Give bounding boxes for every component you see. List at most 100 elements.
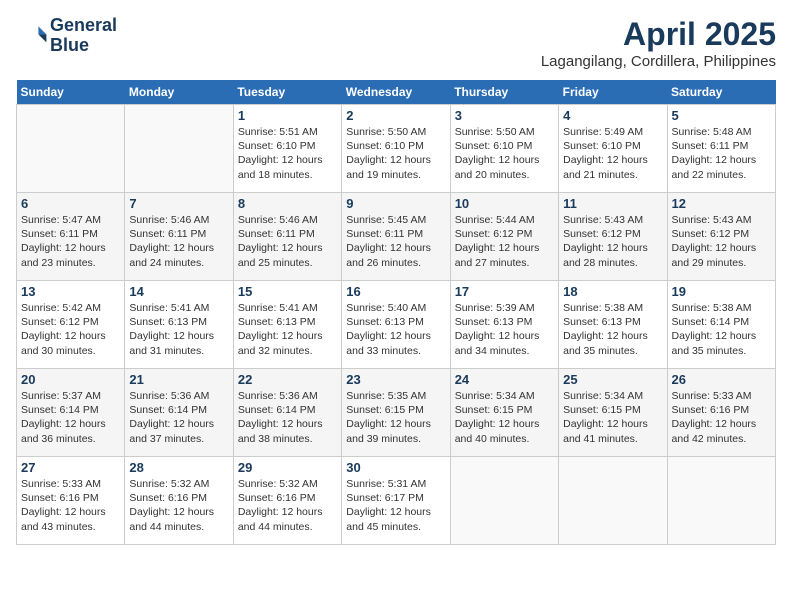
calendar-cell: 4 Sunrise: 5:49 AM Sunset: 6:10 PM Daylig…	[559, 105, 667, 193]
calendar-cell	[559, 457, 667, 545]
calendar-cell: 28 Sunrise: 5:32 AM Sunset: 6:16 PM Dayli…	[125, 457, 233, 545]
day-info: Sunrise: 5:38 AM Sunset: 6:14 PM Dayligh…	[672, 301, 771, 358]
calendar-cell: 27Sunrise: 5:33 AM Sunset: 6:16 PM Dayli…	[17, 457, 125, 545]
day-info: Sunrise: 5:49 AM Sunset: 6:10 PM Dayligh…	[563, 125, 662, 182]
month-year: April 2025	[541, 16, 776, 53]
calendar-cell: 21 Sunrise: 5:36 AM Sunset: 6:14 PM Dayli…	[125, 369, 233, 457]
day-number: 16	[346, 284, 445, 299]
calendar-cell: 29Sunrise: 5:32 AM Sunset: 6:16 PM Dayli…	[233, 457, 341, 545]
day-info: Sunrise: 5:45 AM Sunset: 6:11 PM Dayligh…	[346, 213, 445, 270]
calendar-cell: 8 Sunrise: 5:46 AM Sunset: 6:11 PM Daylig…	[233, 193, 341, 281]
calendar-cell	[667, 457, 775, 545]
calendar-cell: 12 Sunrise: 5:43 AM Sunset: 6:12 PM Dayli…	[667, 193, 775, 281]
day-info: Sunrise: 5:43 AM Sunset: 6:12 PM Dayligh…	[672, 213, 771, 270]
day-number: 21	[129, 372, 228, 387]
weekday-sunday: Sunday	[17, 80, 125, 105]
calendar-body: 1Sunrise: 5:51 AM Sunset: 6:10 PM Daylig…	[17, 105, 776, 545]
day-number: 13	[21, 284, 120, 299]
day-number: 10	[455, 196, 554, 211]
weekday-friday: Friday	[559, 80, 667, 105]
day-number: 22	[238, 372, 337, 387]
day-info: Sunrise: 5:34 AM Sunset: 6:15 PM Dayligh…	[455, 389, 554, 446]
day-number: 11	[563, 196, 662, 211]
title-block: April 2025 Lagangilang, Cordillera, Phil…	[541, 16, 776, 70]
day-info: Sunrise: 5:51 AM Sunset: 6:10 PM Dayligh…	[238, 125, 337, 182]
day-number: 8	[238, 196, 337, 211]
logo-icon	[16, 20, 48, 52]
day-info: Sunrise: 5:46 AM Sunset: 6:11 PM Dayligh…	[129, 213, 228, 270]
calendar-cell: 24 Sunrise: 5:34 AM Sunset: 6:15 PM Dayli…	[450, 369, 558, 457]
calendar-week-1: 1Sunrise: 5:51 AM Sunset: 6:10 PM Daylig…	[17, 105, 776, 193]
day-info: Sunrise: 5:40 AM Sunset: 6:13 PM Dayligh…	[346, 301, 445, 358]
day-info: Sunrise: 5:37 AM Sunset: 6:14 PM Dayligh…	[21, 389, 120, 446]
day-info: Sunrise: 5:44 AM Sunset: 6:12 PM Dayligh…	[455, 213, 554, 270]
day-number: 4	[563, 108, 662, 123]
day-info: Sunrise: 5:50 AM Sunset: 6:10 PM Dayligh…	[346, 125, 445, 182]
day-info: Sunrise: 5:47 AM Sunset: 6:11 PM Dayligh…	[21, 213, 120, 270]
weekday-saturday: Saturday	[667, 80, 775, 105]
day-info: Sunrise: 5:42 AM Sunset: 6:12 PM Dayligh…	[21, 301, 120, 358]
page-header: General Blue April 2025 Lagangilang, Cor…	[16, 16, 776, 70]
day-number: 26	[672, 372, 771, 387]
day-number: 9	[346, 196, 445, 211]
calendar-cell: 23Sunrise: 5:35 AM Sunset: 6:15 PM Dayli…	[342, 369, 450, 457]
day-info: Sunrise: 5:41 AM Sunset: 6:13 PM Dayligh…	[238, 301, 337, 358]
calendar-week-4: 20 Sunrise: 5:37 AM Sunset: 6:14 PM Dayli…	[17, 369, 776, 457]
day-info: Sunrise: 5:41 AM Sunset: 6:13 PM Dayligh…	[129, 301, 228, 358]
day-number: 2	[346, 108, 445, 123]
calendar-cell: 14 Sunrise: 5:41 AM Sunset: 6:13 PM Dayli…	[125, 281, 233, 369]
day-info: Sunrise: 5:34 AM Sunset: 6:15 PM Dayligh…	[563, 389, 662, 446]
calendar-cell: 25 Sunrise: 5:34 AM Sunset: 6:15 PM Dayli…	[559, 369, 667, 457]
calendar-cell: 30Sunrise: 5:31 AM Sunset: 6:17 PM Dayli…	[342, 457, 450, 545]
calendar-cell: 17 Sunrise: 5:39 AM Sunset: 6:13 PM Dayli…	[450, 281, 558, 369]
location: Lagangilang, Cordillera, Philippines	[541, 53, 776, 70]
calendar-cell: 5Sunrise: 5:48 AM Sunset: 6:11 PM Daylig…	[667, 105, 775, 193]
day-number: 5	[672, 108, 771, 123]
day-info: Sunrise: 5:39 AM Sunset: 6:13 PM Dayligh…	[455, 301, 554, 358]
calendar-cell: 9 Sunrise: 5:45 AM Sunset: 6:11 PM Daylig…	[342, 193, 450, 281]
calendar-cell: 1Sunrise: 5:51 AM Sunset: 6:10 PM Daylig…	[233, 105, 341, 193]
day-number: 19	[672, 284, 771, 299]
day-number: 3	[455, 108, 554, 123]
calendar-cell: 7 Sunrise: 5:46 AM Sunset: 6:11 PM Daylig…	[125, 193, 233, 281]
day-number: 18	[563, 284, 662, 299]
day-info: Sunrise: 5:33 AM Sunset: 6:16 PM Dayligh…	[672, 389, 771, 446]
day-number: 15	[238, 284, 337, 299]
day-number: 12	[672, 196, 771, 211]
calendar-cell: 26 Sunrise: 5:33 AM Sunset: 6:16 PM Dayli…	[667, 369, 775, 457]
day-info: Sunrise: 5:36 AM Sunset: 6:14 PM Dayligh…	[238, 389, 337, 446]
calendar-week-2: 6 Sunrise: 5:47 AM Sunset: 6:11 PM Daylig…	[17, 193, 776, 281]
day-number: 28	[129, 460, 228, 475]
calendar-cell: 2 Sunrise: 5:50 AM Sunset: 6:10 PM Daylig…	[342, 105, 450, 193]
day-number: 17	[455, 284, 554, 299]
day-number: 27	[21, 460, 120, 475]
day-info: Sunrise: 5:46 AM Sunset: 6:11 PM Dayligh…	[238, 213, 337, 270]
calendar-cell: 22 Sunrise: 5:36 AM Sunset: 6:14 PM Dayli…	[233, 369, 341, 457]
logo-text: General Blue	[50, 16, 117, 56]
day-number: 14	[129, 284, 228, 299]
weekday-thursday: Thursday	[450, 80, 558, 105]
calendar-cell: 13 Sunrise: 5:42 AM Sunset: 6:12 PM Dayli…	[17, 281, 125, 369]
calendar-cell	[17, 105, 125, 193]
weekday-header-row: SundayMondayTuesdayWednesdayThursdayFrid…	[17, 80, 776, 105]
day-number: 20	[21, 372, 120, 387]
day-info: Sunrise: 5:36 AM Sunset: 6:14 PM Dayligh…	[129, 389, 228, 446]
weekday-tuesday: Tuesday	[233, 80, 341, 105]
calendar-cell: 15 Sunrise: 5:41 AM Sunset: 6:13 PM Dayli…	[233, 281, 341, 369]
calendar-cell: 20 Sunrise: 5:37 AM Sunset: 6:14 PM Dayli…	[17, 369, 125, 457]
day-number: 25	[563, 372, 662, 387]
day-info: Sunrise: 5:32 AM Sunset: 6:16 PM Dayligh…	[129, 477, 228, 534]
logo: General Blue	[16, 16, 117, 56]
day-info: Sunrise: 5:50 AM Sunset: 6:10 PM Dayligh…	[455, 125, 554, 182]
day-info: Sunrise: 5:35 AM Sunset: 6:15 PM Dayligh…	[346, 389, 445, 446]
day-number: 7	[129, 196, 228, 211]
calendar-week-3: 13 Sunrise: 5:42 AM Sunset: 6:12 PM Dayli…	[17, 281, 776, 369]
calendar-cell: 3 Sunrise: 5:50 AM Sunset: 6:10 PM Daylig…	[450, 105, 558, 193]
calendar-cell: 19 Sunrise: 5:38 AM Sunset: 6:14 PM Dayli…	[667, 281, 775, 369]
calendar-cell	[450, 457, 558, 545]
day-number: 24	[455, 372, 554, 387]
day-info: Sunrise: 5:31 AM Sunset: 6:17 PM Dayligh…	[346, 477, 445, 534]
day-number: 6	[21, 196, 120, 211]
calendar-cell: 6 Sunrise: 5:47 AM Sunset: 6:11 PM Daylig…	[17, 193, 125, 281]
day-info: Sunrise: 5:32 AM Sunset: 6:16 PM Dayligh…	[238, 477, 337, 534]
